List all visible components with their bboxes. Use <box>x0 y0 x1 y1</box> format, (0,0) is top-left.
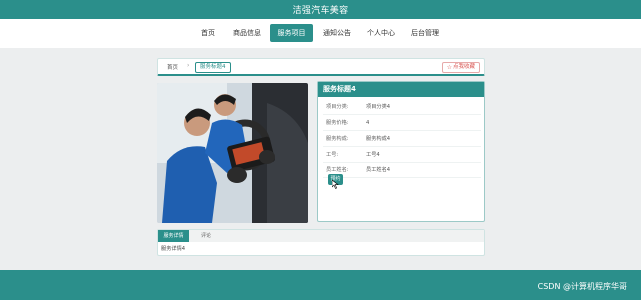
field-label: 项目分类: <box>326 104 349 110</box>
mouse-cursor-icon <box>332 180 339 189</box>
nav-item-notices[interactable]: 通知公告 <box>318 24 356 42</box>
favorite-button-label: 点我收藏 <box>452 64 475 70</box>
top-header: 洁强汽车美容 <box>0 0 641 19</box>
field-value: 4 <box>366 120 370 126</box>
breadcrumb: 首页 › 服务标题4 ☆ 点我收藏 <box>157 58 485 76</box>
service-photo-illustration <box>157 83 308 223</box>
nav-item-services[interactable]: 服务项目 <box>270 24 313 42</box>
service-photo <box>157 83 308 223</box>
field-row-employee-id: 工号: 工号4 <box>323 147 481 163</box>
nav-item-products[interactable]: 商品信息 <box>228 24 266 42</box>
site-title: 洁强汽车美容 <box>292 6 349 16</box>
main-nav: 首页 商品信息 服务项目 通知公告 个人中心 后台管理 <box>0 19 641 48</box>
field-value: 员工姓名4 <box>366 167 391 173</box>
tab-comments[interactable]: 评论 <box>192 230 220 242</box>
field-label: 服务构成: <box>326 136 349 142</box>
service-detail-panel: 服务标题4 项目分类: 项目分类4 服务价格: 4 服务构成: 服务构成4 工号… <box>317 81 485 222</box>
tab-service-details[interactable]: 服务详情 <box>158 230 189 242</box>
field-value: 服务构成4 <box>366 136 391 142</box>
page-footer: CSDN @计算机程序华哥 <box>0 270 641 300</box>
service-title: 服务标题4 <box>318 82 484 97</box>
breadcrumb-home[interactable]: 首页 <box>167 63 178 71</box>
field-value: 工号4 <box>366 152 380 158</box>
watermark-text: CSDN @计算机程序华哥 <box>537 282 627 291</box>
nav-item-admin[interactable]: 后台管理 <box>405 24 445 42</box>
field-label: 工号: <box>326 152 339 158</box>
field-value: 项目分类4 <box>366 104 391 110</box>
favorite-button[interactable]: ☆ 点我收藏 <box>441 62 480 73</box>
tab-strip: 服务详情 评论 <box>158 230 484 242</box>
nav-item-home[interactable]: 首页 <box>192 24 224 42</box>
nav-item-profile[interactable]: 个人中心 <box>362 24 400 42</box>
field-label: 服务价格: <box>326 120 349 126</box>
breadcrumb-separator: › <box>187 62 190 69</box>
field-row-composition: 服务构成: 服务构成4 <box>323 131 481 147</box>
tab-content: 服务详情4 <box>161 246 186 252</box>
field-row-employee-name: 员工姓名: 员工姓名4 <box>323 162 481 178</box>
breadcrumb-current: 服务标题4 <box>195 62 231 73</box>
field-row-category: 项目分类: 项目分类4 <box>323 99 481 115</box>
field-row-price: 服务价格: 4 <box>323 115 481 131</box>
detail-tabs: 服务详情 评论 服务详情4 <box>157 229 485 256</box>
star-icon: ☆ <box>446 64 452 71</box>
